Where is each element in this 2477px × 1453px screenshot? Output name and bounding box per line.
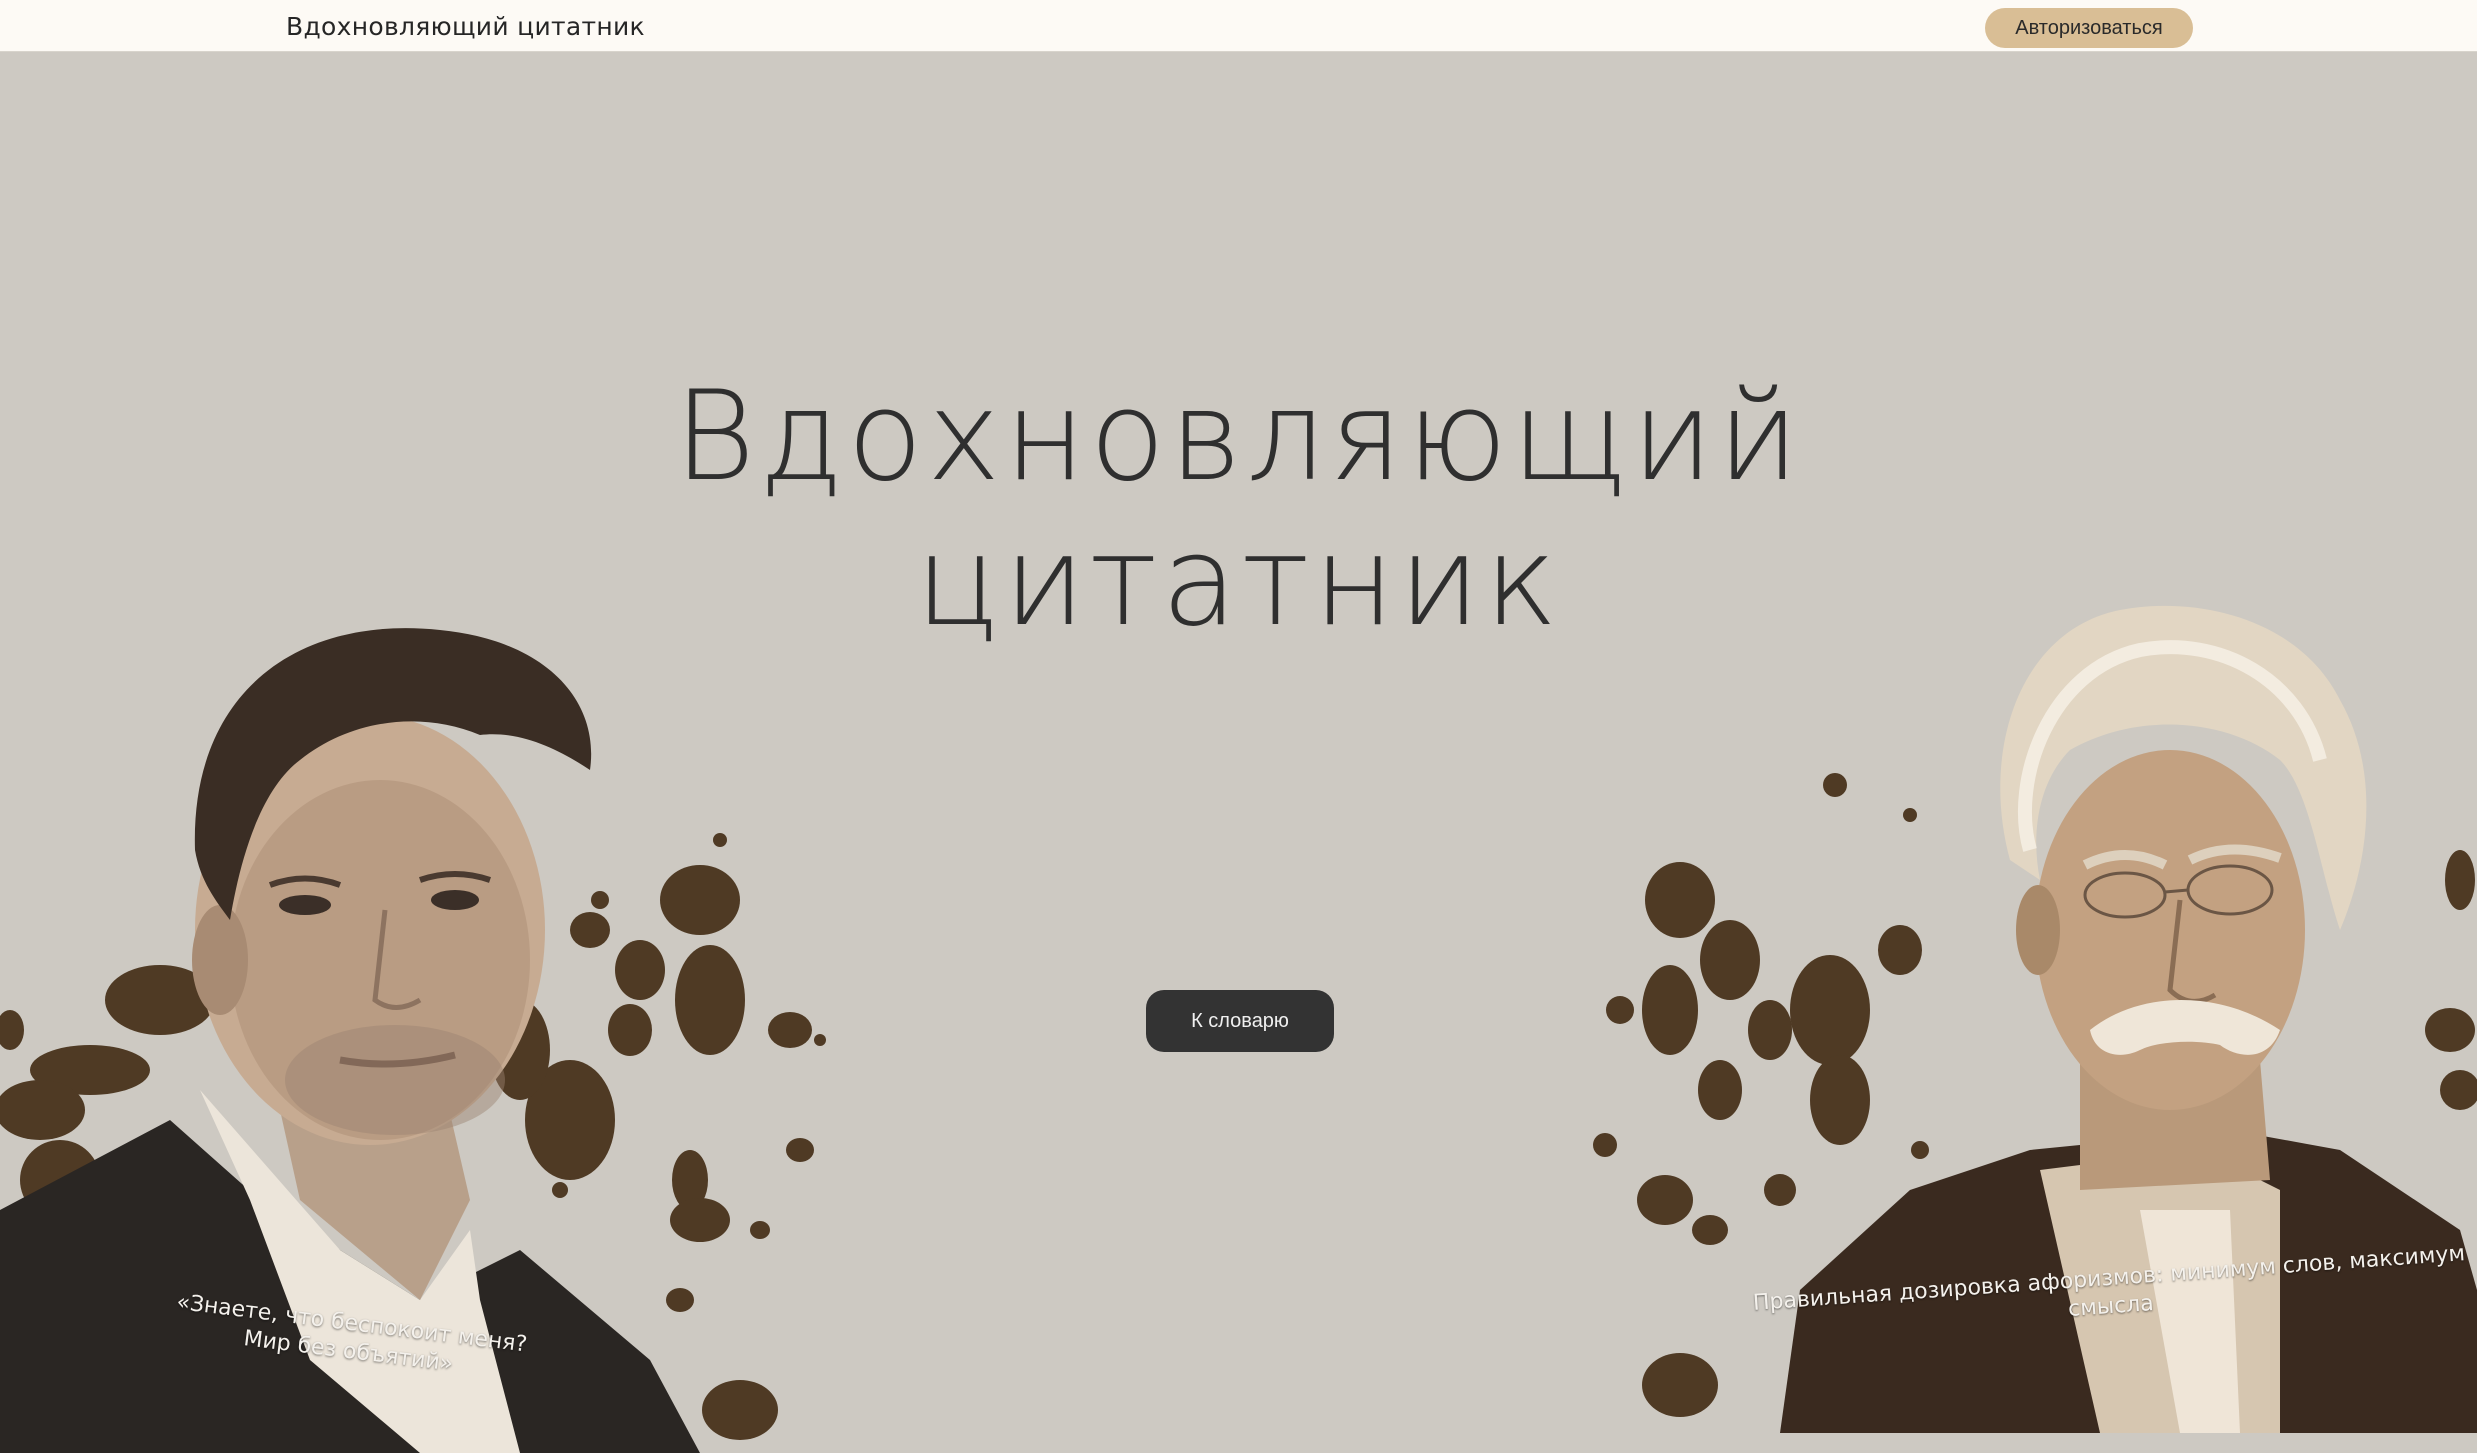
login-button[interactable]: Авторизоваться xyxy=(1985,8,2193,48)
to-dictionary-button[interactable]: К словарю xyxy=(1146,990,1334,1052)
site-title[interactable]: Вдохновляющий цитатник xyxy=(286,12,645,41)
landing-page: Вдохновляющий цитатник Авторизоваться Вд… xyxy=(0,0,2477,1453)
hero-title-line-1: Вдохновляющий xyxy=(673,365,1804,509)
top-navbar: Вдохновляющий цитатник Авторизоваться xyxy=(0,0,2477,52)
